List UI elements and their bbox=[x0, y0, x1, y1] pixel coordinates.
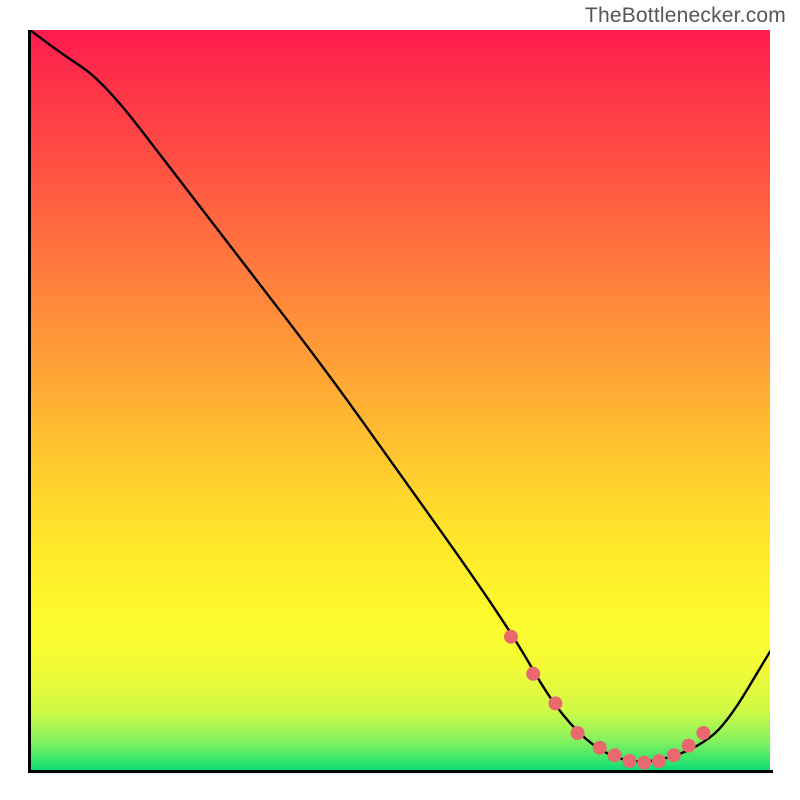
plot-area bbox=[30, 30, 770, 770]
highlight-dot bbox=[571, 726, 585, 740]
highlight-dot bbox=[682, 739, 696, 753]
curve-layer bbox=[30, 30, 770, 770]
y-axis-line bbox=[28, 30, 31, 773]
highlight-dot bbox=[652, 754, 666, 768]
highlight-dot bbox=[667, 748, 681, 762]
highlight-dot bbox=[504, 630, 518, 644]
x-axis-line bbox=[28, 770, 773, 773]
highlight-dot bbox=[608, 748, 622, 762]
bottleneck-curve-path bbox=[30, 30, 770, 761]
highlight-dot bbox=[548, 696, 562, 710]
highlight-dot bbox=[637, 756, 651, 770]
highlight-band bbox=[504, 630, 710, 770]
attribution-watermark: TheBottlenecker.com bbox=[585, 4, 786, 28]
highlight-dot bbox=[593, 741, 607, 755]
highlight-dot bbox=[622, 754, 636, 768]
highlight-dot bbox=[696, 726, 710, 740]
highlight-dot bbox=[526, 667, 540, 681]
chart-container: TheBottlenecker.com bbox=[0, 0, 800, 800]
